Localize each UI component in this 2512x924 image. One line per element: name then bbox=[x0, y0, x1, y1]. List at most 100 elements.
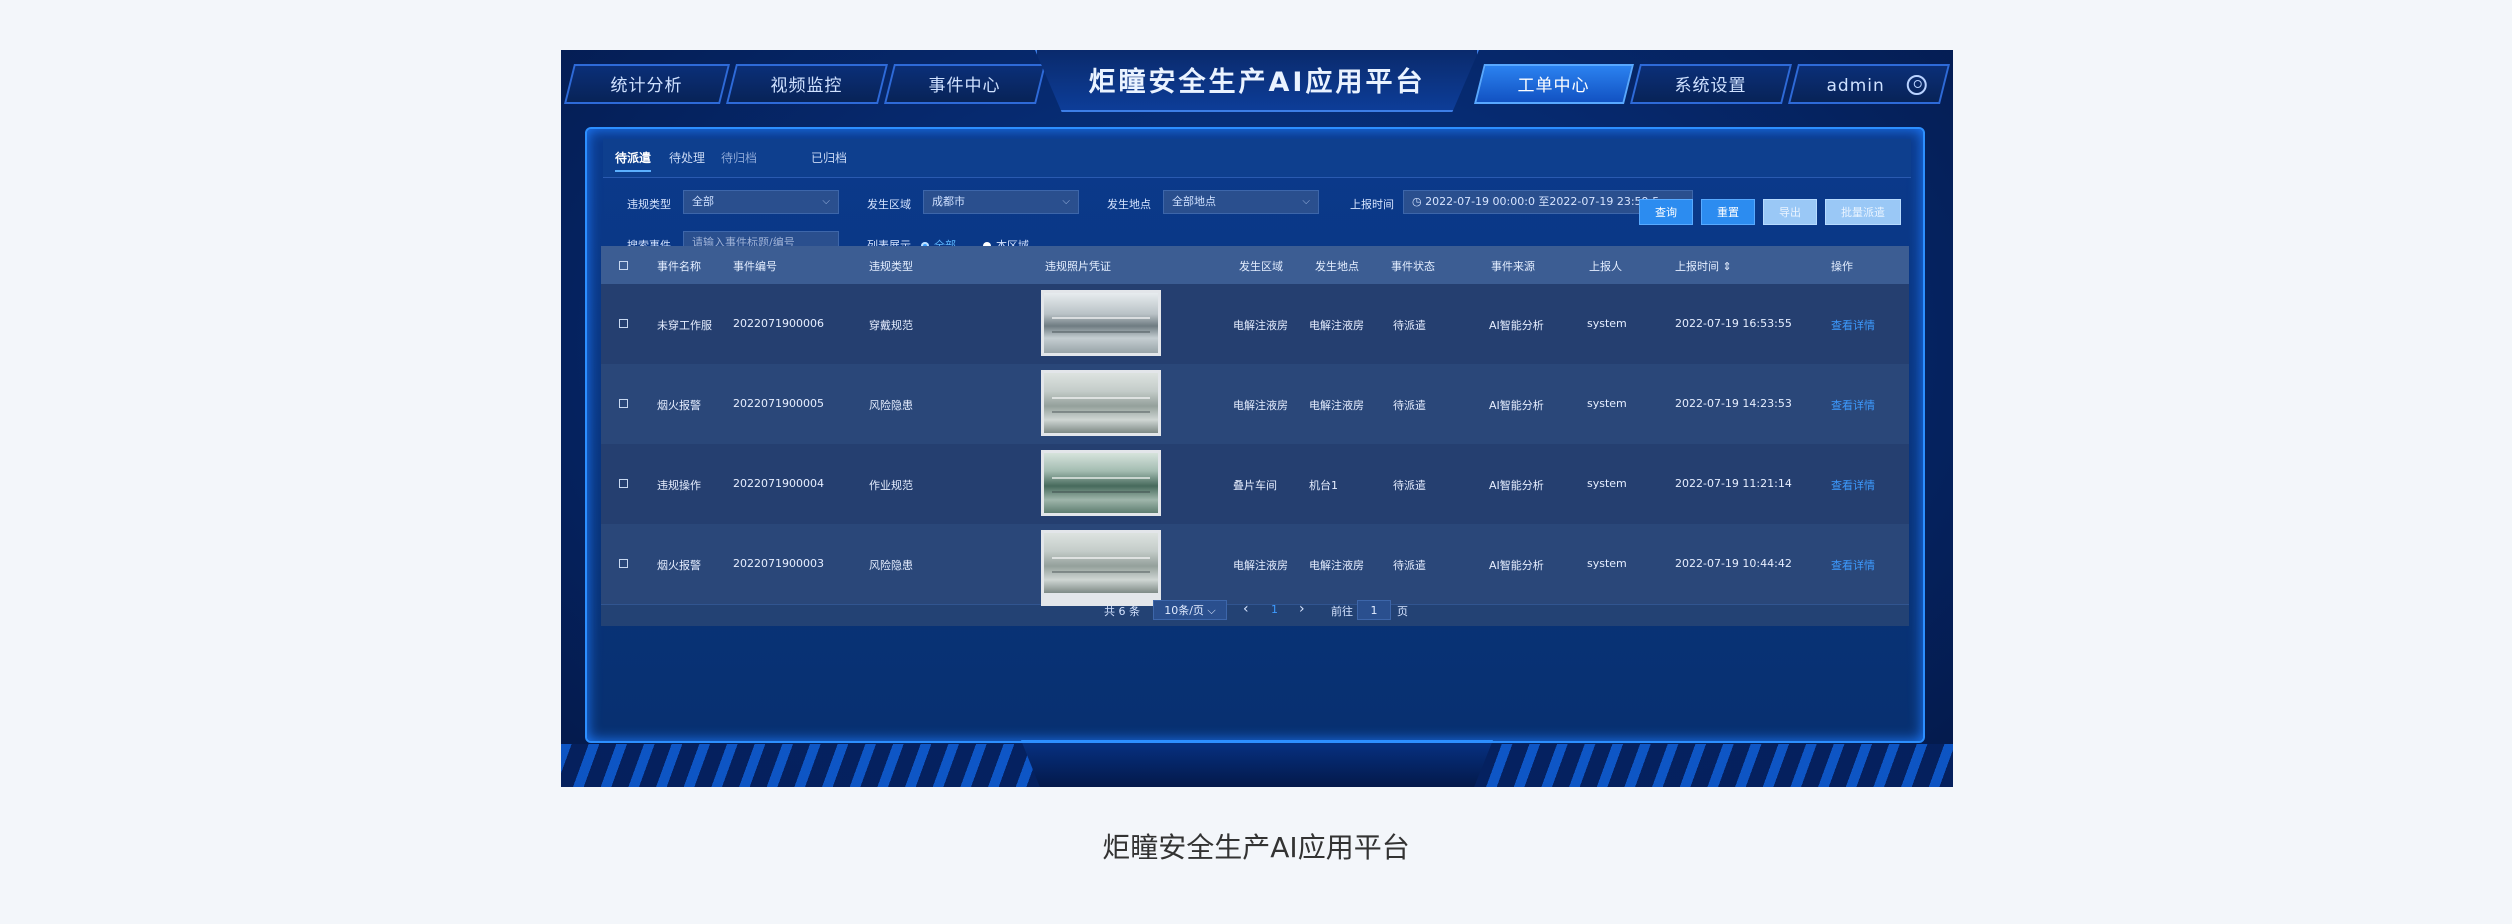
cell-time: 2022-07-19 11:21:14 bbox=[1675, 477, 1792, 490]
next-page-icon[interactable]: › bbox=[1299, 601, 1305, 617]
cell-time: 2022-07-19 14:23:53 bbox=[1675, 397, 1792, 410]
report-time-label: 上报时间 bbox=[1350, 198, 1394, 211]
col-action: 操作 bbox=[1831, 260, 1853, 273]
view-details-link[interactable]: 查看详情 bbox=[1831, 317, 1875, 333]
user-avatar-icon bbox=[1906, 75, 1927, 95]
cell-reporter: system bbox=[1587, 477, 1627, 490]
cell-reporter: system bbox=[1587, 557, 1627, 570]
table-row: 烟火报警 2022071900003 风险隐患 电解注液房 电解注液房 待派遣 … bbox=[601, 524, 1909, 605]
chevron-down-icon: ⌵ bbox=[822, 196, 830, 207]
page-current[interactable]: 1 bbox=[1271, 603, 1278, 616]
col-region: 发生区域 bbox=[1239, 260, 1283, 273]
batch-dispatch-button[interactable]: 批量派遣 bbox=[1825, 199, 1901, 225]
cell-type: 风险隐患 bbox=[869, 559, 913, 572]
cell-source: AI智能分析 bbox=[1489, 399, 1544, 412]
nav-tab-statistics[interactable]: 统计分析 bbox=[564, 64, 730, 104]
cell-source: AI智能分析 bbox=[1489, 319, 1544, 332]
chevron-down-icon: ⌵ bbox=[1302, 196, 1310, 207]
nav-tab-workorders[interactable]: 工单中心 bbox=[1474, 64, 1634, 104]
username: admin bbox=[1826, 76, 1885, 96]
cell-type: 风险隐患 bbox=[869, 399, 913, 412]
row-checkbox[interactable] bbox=[619, 479, 628, 488]
cell-status: 待派遣 bbox=[1393, 319, 1426, 332]
table-row: 违规操作 2022071900004 作业规范 叠片车间 机台1 待派遣 AI智… bbox=[601, 444, 1909, 525]
subtab-pending-archive[interactable]: 待归档 bbox=[721, 149, 757, 166]
subtab-archived[interactable]: 已归档 bbox=[811, 149, 847, 166]
location-select[interactable]: 全部地点 ⌵ bbox=[1163, 190, 1319, 214]
violation-photo[interactable] bbox=[1041, 450, 1161, 516]
nav-tab-events[interactable]: 事件中心 bbox=[884, 64, 1046, 104]
reset-button[interactable]: 重置 bbox=[1701, 199, 1755, 225]
top-nav: 统计分析 视频监控 事件中心 炬瞳安全生产AI应用平台 工单中心 系统设置 ad… bbox=[561, 50, 1953, 112]
col-location: 发生地点 bbox=[1315, 260, 1359, 273]
col-source: 事件来源 bbox=[1491, 260, 1535, 273]
prev-page-icon[interactable]: ‹ bbox=[1243, 601, 1249, 617]
goto-suffix: 页 bbox=[1397, 605, 1408, 618]
cell-location: 电解注液房 bbox=[1309, 559, 1364, 572]
view-details-link[interactable]: 查看详情 bbox=[1831, 477, 1875, 493]
cell-time: 2022-07-19 10:44:42 bbox=[1675, 557, 1792, 570]
nav-tab-settings[interactable]: 系统设置 bbox=[1630, 64, 1792, 104]
app-screenshot: 统计分析 视频监控 事件中心 炬瞳安全生产AI应用平台 工单中心 系统设置 ad… bbox=[561, 50, 1953, 787]
cell-region: 电解注液房 bbox=[1233, 319, 1288, 332]
cell-source: AI智能分析 bbox=[1489, 559, 1544, 572]
goto-prefix: 前往 bbox=[1331, 605, 1353, 618]
cell-region: 电解注液房 bbox=[1233, 559, 1288, 572]
cell-name: 未穿工作服 bbox=[657, 319, 712, 332]
chevron-down-icon: ⌵ bbox=[1207, 604, 1216, 617]
view-details-link[interactable]: 查看详情 bbox=[1831, 557, 1875, 573]
cell-type: 穿戴规范 bbox=[869, 319, 913, 332]
user-menu[interactable]: admin bbox=[1788, 64, 1950, 104]
cell-location: 机台1 bbox=[1309, 479, 1338, 492]
cell-time: 2022-07-19 16:53:55 bbox=[1675, 317, 1792, 330]
col-status: 事件状态 bbox=[1391, 260, 1435, 273]
cell-region: 电解注液房 bbox=[1233, 399, 1288, 412]
cell-source: AI智能分析 bbox=[1489, 479, 1544, 492]
subtab-pending-dispatch[interactable]: 待派遣 bbox=[615, 149, 652, 172]
subtab-pending-handle[interactable]: 待处理 bbox=[669, 149, 705, 166]
cell-id: 2022071900005 bbox=[733, 397, 824, 410]
pagination: 共 6 条 10条/页 ⌵ ‹ 1 › 前往 1 页 bbox=[561, 597, 1901, 627]
cell-status: 待派遣 bbox=[1393, 399, 1426, 412]
region-select[interactable]: 成都市 ⌵ bbox=[923, 190, 1079, 214]
col-type: 违规类型 bbox=[869, 260, 913, 273]
total-count: 共 6 条 bbox=[1104, 605, 1140, 618]
cell-status: 待派遣 bbox=[1393, 479, 1426, 492]
cell-name: 烟火报警 bbox=[657, 559, 701, 572]
app-title: 炬瞳安全生产AI应用平台 bbox=[1088, 67, 1426, 98]
violation-photo[interactable] bbox=[1041, 370, 1161, 436]
cell-name: 违规操作 bbox=[657, 479, 701, 492]
violation-photo[interactable] bbox=[1041, 530, 1161, 596]
location-label: 发生地点 bbox=[1107, 198, 1151, 211]
chevron-down-icon: ⌵ bbox=[1062, 196, 1070, 207]
region-value: 成都市 bbox=[932, 195, 965, 208]
export-button[interactable]: 导出 bbox=[1763, 199, 1817, 225]
cell-location: 电解注液房 bbox=[1309, 399, 1364, 412]
select-all-checkbox[interactable] bbox=[619, 261, 628, 270]
col-name: 事件名称 bbox=[657, 260, 701, 273]
col-reporter: 上报人 bbox=[1589, 260, 1622, 273]
violation-type-select[interactable]: 全部 ⌵ bbox=[683, 190, 839, 214]
goto-page-input[interactable]: 1 bbox=[1357, 600, 1391, 620]
row-checkbox[interactable] bbox=[619, 319, 628, 328]
page-size-select[interactable]: 10条/页 ⌵ bbox=[1153, 600, 1227, 620]
col-time[interactable]: 上报时间 ⇕ bbox=[1675, 258, 1732, 274]
location-value: 全部地点 bbox=[1172, 195, 1216, 208]
region-label: 发生区域 bbox=[867, 198, 911, 211]
row-checkbox[interactable] bbox=[619, 399, 628, 408]
violation-type-label: 违规类型 bbox=[627, 198, 671, 211]
col-photo: 违规照片凭证 bbox=[1045, 260, 1111, 273]
view-details-link[interactable]: 查看详情 bbox=[1831, 397, 1875, 413]
clock-icon: ◷ bbox=[1412, 195, 1426, 208]
bottom-center-decoration bbox=[1021, 740, 1493, 787]
col-id: 事件编号 bbox=[733, 260, 777, 273]
violation-photo[interactable] bbox=[1041, 290, 1161, 356]
events-table: 事件名称 事件编号 违规类型 违规照片凭证 发生区域 发生地点 事件状态 事件来… bbox=[601, 246, 1909, 626]
cell-region: 叠片车间 bbox=[1233, 479, 1277, 492]
page-size-value: 10条/页 bbox=[1164, 604, 1204, 617]
violation-type-value: 全部 bbox=[692, 195, 714, 208]
query-button[interactable]: 查询 bbox=[1639, 199, 1693, 225]
cell-id: 2022071900004 bbox=[733, 477, 824, 490]
nav-tab-video[interactable]: 视频监控 bbox=[726, 64, 888, 104]
row-checkbox[interactable] bbox=[619, 559, 628, 568]
